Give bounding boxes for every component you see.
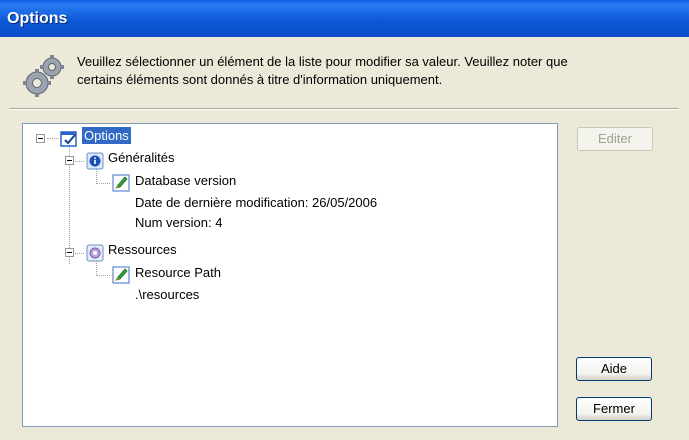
value-date-derniere-modification: Date de dernière modification: 26/05/200… [135, 195, 378, 210]
tree-node-resource-path[interactable]: Resource Path [135, 265, 221, 280]
instructions-text: Veuillez sélectionner un élément de la l… [77, 53, 667, 89]
title-bar[interactable]: Options [0, 0, 689, 37]
edit-pencil-icon [112, 266, 130, 284]
options-dialog: Options Veuillez sélectionner un élément… [0, 0, 689, 440]
gears-icon [23, 55, 64, 97]
edit-button[interactable]: Editer [577, 127, 653, 151]
tree-node-options[interactable]: Options [82, 127, 131, 144]
collapse-toggle-ressources[interactable] [65, 248, 74, 257]
collapse-toggle-options[interactable] [36, 134, 45, 143]
tree-line [47, 138, 59, 139]
close-button[interactable]: Fermer [576, 397, 652, 421]
collapse-toggle-generalites[interactable] [65, 156, 74, 165]
tree-line [96, 183, 110, 184]
tree-node-generalites[interactable]: Généralités [108, 150, 174, 165]
tree-line [96, 261, 97, 276]
window-title: Options [7, 10, 68, 27]
header-panel: Veuillez sélectionner un élément de la l… [0, 37, 689, 109]
help-button[interactable]: Aide [576, 357, 652, 381]
tree-node-database-version[interactable]: Database version [135, 173, 236, 188]
instructions-line-1: Veuillez sélectionner un élément de la l… [77, 54, 568, 69]
value-num-version: Num version: 4 [135, 215, 223, 230]
options-tree[interactable]: Options Généralités Database version Dat… [22, 123, 558, 427]
tree-line [96, 169, 97, 184]
options-checklist-icon [60, 131, 77, 147]
edit-pencil-icon [112, 174, 130, 192]
resources-icon [86, 244, 104, 262]
tree-node-ressources[interactable]: Ressources [108, 242, 177, 257]
value-resource-path: .\resources [135, 287, 200, 302]
header-divider [9, 108, 679, 110]
tree-line [96, 275, 110, 276]
instructions-line-2: certains éléments sont donnés à titre d'… [77, 72, 443, 87]
info-icon [86, 152, 104, 170]
